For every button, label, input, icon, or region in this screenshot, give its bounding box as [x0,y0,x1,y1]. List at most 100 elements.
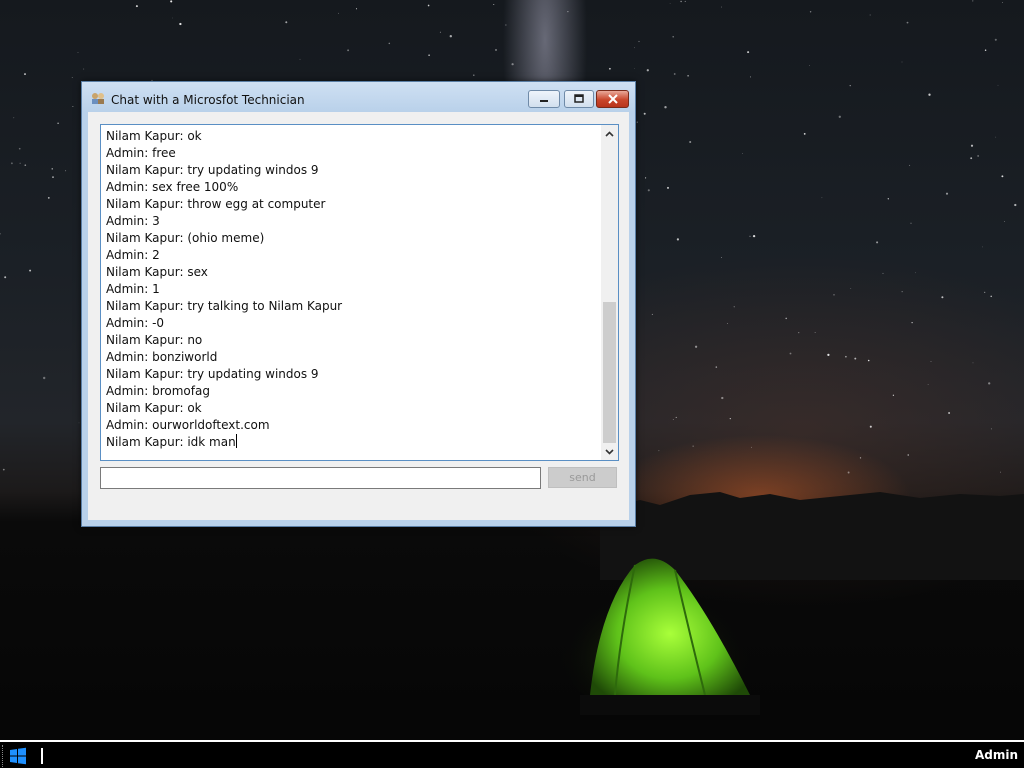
star [680,0,682,3]
chat-message: Nilam Kapur: (ohio meme) [106,231,265,245]
star [647,189,650,192]
star [941,296,944,299]
scroll-up-button[interactable] [601,125,618,142]
chat-log[interactable]: Nilam Kapur: ok Admin: free Nilam Kapur: t… [100,124,619,461]
star [643,112,646,115]
star [838,115,841,118]
star [892,394,895,396]
chat-window[interactable]: Chat with a Microsfot Technician Nilam K… [81,81,636,527]
star [338,12,339,14]
star [972,0,974,2]
star [24,164,27,167]
star [850,288,852,289]
star [972,362,974,364]
chat-message: Nilam Kapur: try talking to Nilam Kapur [106,299,343,313]
star [179,22,182,26]
scroll-down-button[interactable] [601,443,618,460]
star [869,425,872,428]
star [43,376,46,380]
star [809,65,810,67]
star [882,272,884,274]
close-button[interactable] [596,90,629,108]
star [505,24,507,26]
minimize-button[interactable] [528,90,560,108]
star [833,294,835,296]
star [733,306,735,308]
star [684,0,686,2]
star [847,471,850,474]
star [970,144,974,147]
chat-message: Nilam Kapur: try updating windos 9 [106,367,319,381]
star [845,355,847,358]
chevron-up-icon [605,130,614,137]
star [910,222,912,224]
star [285,21,288,24]
star [51,168,53,170]
star [867,359,870,362]
star [664,106,667,109]
star [727,323,728,324]
star [977,155,979,157]
star [170,0,173,3]
star [809,11,812,13]
star [427,4,430,7]
scroll-thumb[interactable] [603,302,616,443]
star [4,276,7,279]
star [83,68,85,70]
window-client-area: Nilam Kapur: ok Admin: free Nilam Kapur: t… [88,112,629,520]
star [29,269,32,272]
star [672,36,674,38]
star [927,384,929,385]
star [720,6,722,8]
star [789,352,792,355]
star [751,446,752,448]
chat-message: Nilam Kapur: throw egg at computer [106,197,326,211]
send-button[interactable]: send [548,467,617,488]
star [849,84,851,87]
star [747,51,750,54]
current-user-label: Admin [974,748,1018,762]
chat-app-icon [92,93,104,104]
star [821,197,823,199]
star [651,313,653,315]
title-bar[interactable]: Chat with a Microsfot Technician [82,82,635,112]
star [52,176,54,178]
close-icon [607,94,618,104]
window-title: Chat with a Microsfot Technician [111,93,305,107]
star [798,332,800,334]
star [970,157,973,160]
chat-message: Admin: bonziworld [106,350,218,364]
star [997,84,999,86]
star [901,61,903,63]
star [473,74,475,76]
star [658,450,660,452]
star [646,69,649,72]
star [906,21,909,24]
start-button[interactable] [2,745,33,767]
star [2,468,5,471]
star [567,11,569,13]
star [990,428,992,430]
message-input[interactable] [100,467,541,489]
chat-scrollbar[interactable] [601,125,618,460]
star [24,73,26,76]
star [741,153,743,154]
star [511,63,514,66]
star [869,14,871,16]
maximize-button[interactable] [564,90,594,108]
chat-message: Nilam Kapur: ok [106,129,202,143]
star [930,361,932,363]
star [901,291,903,293]
star [71,77,73,78]
star [999,471,1002,473]
star [47,196,50,199]
star [721,396,724,400]
star [19,162,21,164]
star [928,93,931,96]
star [645,177,647,179]
star [854,357,857,360]
star [827,353,830,357]
star [676,238,680,241]
maximize-icon [574,94,584,103]
star [687,75,689,77]
